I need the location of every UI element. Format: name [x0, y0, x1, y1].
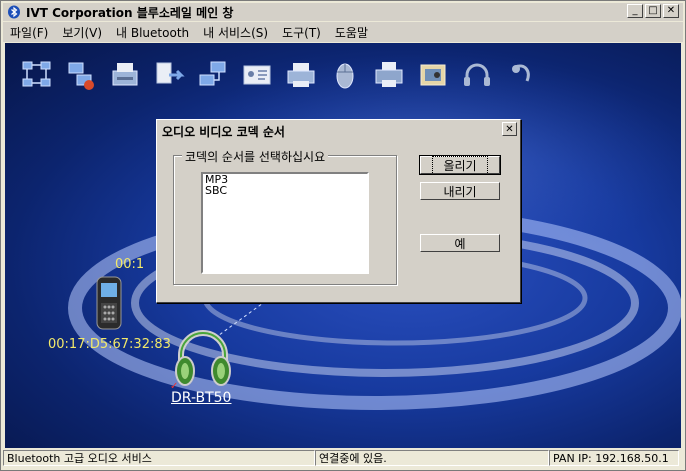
phone-address-label[interactable]: 00:17:D5:67:32:83 [48, 337, 171, 352]
printer2-icon[interactable] [371, 57, 407, 93]
headphones-icon[interactable] [459, 57, 495, 93]
menu-file[interactable]: 파일(F) [3, 24, 55, 41]
dialog-title-bar[interactable]: 오디오 비디오 코덱 순서 [160, 123, 515, 139]
bluetooth-icon [8, 5, 20, 19]
title-bar[interactable]: IVT Corporation 블루소레일 메인 창 _ □ ✕ [3, 3, 683, 21]
dialog-close-button[interactable]: ✕ [502, 122, 517, 136]
network-tree-icon[interactable] [19, 57, 55, 93]
window-title: IVT Corporation 블루소레일 메인 창 [26, 5, 234, 20]
fax-icon[interactable] [107, 57, 143, 93]
ok-button[interactable]: 예 [420, 234, 500, 252]
minimize-button[interactable]: _ [627, 4, 643, 18]
network-pc-icon[interactable] [63, 57, 99, 93]
status-pan-ip: PAN IP: 192.168.50.1 [549, 450, 679, 466]
menu-my-services[interactable]: 내 서비스(S) [196, 24, 275, 41]
menu-view[interactable]: 보기(V) [55, 24, 109, 41]
status-bar: Bluetooth 고급 오디오 서비스 연결중에 있음. PAN IP: 19… [3, 450, 683, 468]
phone-label-partial: 00:1 [115, 257, 145, 272]
codec-listbox[interactable]: MP3 SBC [201, 172, 369, 274]
file-transfer-icon[interactable] [151, 57, 187, 93]
headset-label[interactable]: DR-BT50 [171, 390, 231, 406]
menu-my-bluetooth[interactable]: 내 Bluetooth [109, 24, 196, 41]
menu-help[interactable]: 도움말 [328, 24, 375, 41]
menu-bar: 파일(F) 보기(V) 내 Bluetooth 내 서비스(S) 도구(T) 도… [3, 22, 683, 42]
lan-access-icon[interactable] [195, 57, 231, 93]
move-up-button[interactable]: 올리기 [419, 155, 501, 175]
headset-device-icon[interactable] [173, 325, 233, 391]
toolbar [19, 57, 539, 93]
status-connection: 연결중에 있음. [315, 450, 549, 466]
codec-order-dialog: 오디오 비디오 코덱 순서 ✕ 코덱의 순서를 선택하십시요 MP3 SBC 올… [156, 119, 521, 303]
phone-icon[interactable] [91, 273, 127, 333]
close-button[interactable]: ✕ [663, 4, 679, 18]
main-window: IVT Corporation 블루소레일 메인 창 _ □ ✕ 파일(F) 보… [0, 0, 686, 471]
group-label: 코덱의 순서를 선택하십시요 [182, 148, 329, 165]
status-service: Bluetooth 고급 오디오 서비스 [3, 450, 315, 466]
mouse-icon[interactable] [327, 57, 363, 93]
list-item[interactable]: SBC [203, 185, 367, 196]
dialog-title: 오디오 비디오 코덱 순서 [162, 124, 285, 139]
headset-icon[interactable] [503, 57, 539, 93]
list-item[interactable]: MP3 [203, 174, 367, 185]
codec-group-box: 코덱의 순서를 선택하십시요 MP3 SBC [173, 148, 397, 285]
menu-tools[interactable]: 도구(T) [275, 24, 328, 41]
maximize-button[interactable]: □ [645, 4, 661, 18]
move-down-button[interactable]: 내리기 [420, 182, 500, 200]
image-icon[interactable] [415, 57, 451, 93]
printer-icon[interactable] [283, 57, 319, 93]
business-card-icon[interactable] [239, 57, 275, 93]
move-up-label: 올리기 [432, 155, 488, 175]
